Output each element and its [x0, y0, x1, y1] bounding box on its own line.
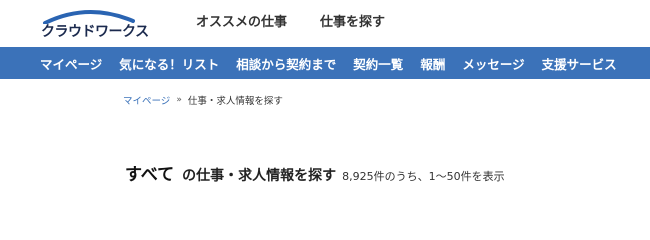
category-label: すべて: [125, 165, 175, 185]
crowdworks-logo[interactable]: クラウドワークス: [41, 8, 149, 40]
find-jobs-link[interactable]: 仕事を探す: [320, 11, 385, 30]
breadcrumb-current: 仕事・求人情報を探す: [187, 96, 283, 107]
nav-item-support-services[interactable]: 支援サービス: [542, 54, 617, 73]
result-count: 8,925件のうち、1〜50件を表示: [342, 170, 505, 183]
nav-item-messages[interactable]: メッセージ: [462, 54, 524, 73]
nav-item-contracts[interactable]: 契約一覧: [353, 54, 403, 73]
main-nav: マイページ 気になる！リスト 相談から契約まで 契約一覧 報酬 メッセージ 支援…: [0, 47, 650, 79]
page-title: の仕事・求人情報を探す: [182, 168, 337, 184]
breadcrumb-separator: »: [176, 95, 182, 105]
nav-item-consult-to-contract[interactable]: 相談から契約まで: [236, 54, 336, 73]
breadcrumb: マイページ » 仕事・求人情報を探す: [123, 93, 283, 107]
breadcrumb-mypage-link[interactable]: マイページ: [123, 93, 170, 107]
nav-item-favorites[interactable]: 気になる！リスト: [119, 54, 219, 73]
recommended-jobs-link[interactable]: オススメの仕事: [196, 11, 287, 30]
page-heading: すべて の仕事・求人情報を探す 8,925件のうち、1〜50件を表示: [125, 160, 505, 185]
nav-item-rewards[interactable]: 報酬: [420, 54, 445, 73]
nav-item-mypage[interactable]: マイページ: [40, 54, 102, 73]
logo-text: クラウドワークス: [41, 24, 149, 40]
site-header: クラウドワークス オススメの仕事 仕事を探す: [0, 0, 650, 47]
